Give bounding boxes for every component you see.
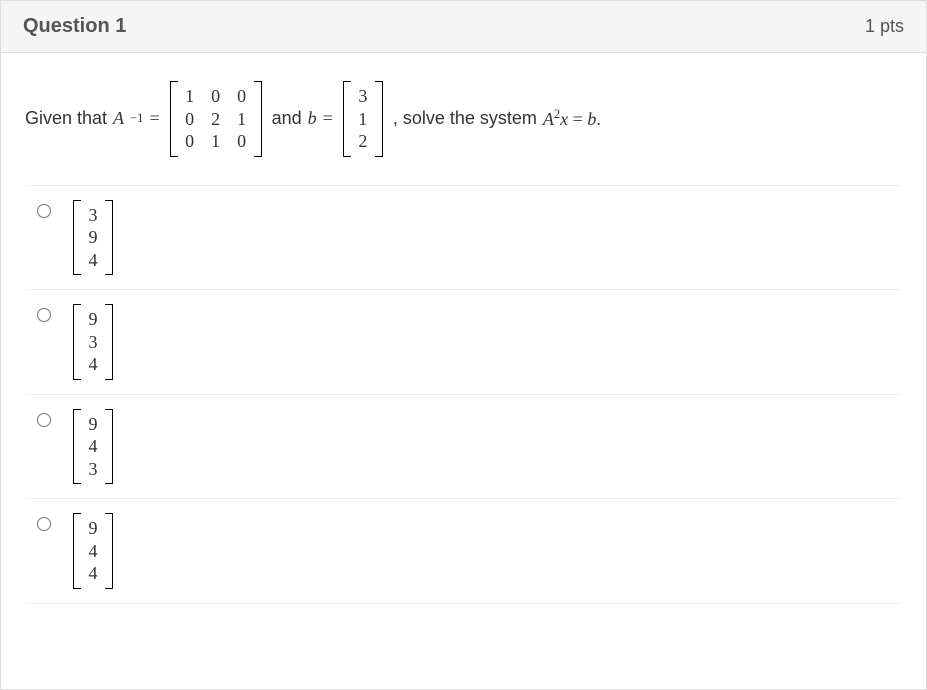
question-prompt: Given that A −1 = 1 0 0 0 2 1 — [25, 81, 902, 186]
vector-cell: 3 — [87, 331, 99, 354]
answer-vector-1: 3 9 4 — [73, 200, 113, 276]
matrix-cell: 2 — [210, 108, 222, 131]
vector-cell: 3 — [87, 204, 99, 227]
matrix-cell: 0 — [184, 130, 196, 153]
matrix-cell: 0 — [210, 85, 222, 108]
matrix-cell: 1 — [184, 85, 196, 108]
vector-cell: 1 — [357, 108, 369, 131]
answer-radio-1[interactable] — [37, 204, 51, 218]
matrix-cell: 0 — [236, 85, 248, 108]
vector-cell: 9 — [87, 413, 99, 436]
equation-equals: = — [568, 109, 587, 129]
equation-period: . — [596, 109, 601, 129]
prompt-solve: , solve the system — [393, 108, 537, 129]
equation-A: A — [543, 109, 554, 129]
equals-sign-1: = — [149, 108, 159, 129]
vector-cell: 2 — [357, 130, 369, 153]
matrix-A-inverse: 1 0 0 0 2 1 0 1 0 — [170, 81, 262, 157]
matrix-cell: 0 — [236, 130, 248, 153]
matrix-cell: 0 — [184, 108, 196, 131]
answer-radio-3[interactable] — [37, 413, 51, 427]
answer-vector-4: 9 4 4 — [73, 513, 113, 589]
variable-b: b — [308, 108, 317, 129]
answer-option-4[interactable]: 9 4 4 — [25, 499, 902, 604]
answer-vector-2: 9 3 4 — [73, 304, 113, 380]
equation-x: x — [560, 109, 568, 129]
prompt-lead: Given that — [25, 108, 107, 129]
answer-vector-3: 9 4 3 — [73, 409, 113, 485]
equals-sign-2: = — [323, 108, 333, 129]
vector-cell: 9 — [87, 517, 99, 540]
vector-cell: 3 — [87, 458, 99, 481]
vector-cell: 4 — [87, 540, 99, 563]
answer-option-1[interactable]: 3 9 4 — [25, 186, 902, 291]
vector-cell: 4 — [87, 562, 99, 585]
question-container: Question 1 1 pts Given that A −1 = 1 0 0 … — [0, 0, 927, 690]
variable-A: A — [113, 108, 124, 129]
question-points: 1 pts — [865, 16, 904, 37]
answer-radio-2[interactable] — [37, 308, 51, 322]
vector-cell: 4 — [87, 353, 99, 376]
answer-radio-4[interactable] — [37, 517, 51, 531]
answer-option-2[interactable]: 9 3 4 — [25, 290, 902, 395]
matrix-cell: 1 — [236, 108, 248, 131]
vector-b: 3 1 2 — [343, 81, 383, 157]
vector-cell: 9 — [87, 308, 99, 331]
vector-cell: 4 — [87, 249, 99, 272]
question-body: Given that A −1 = 1 0 0 0 2 1 — [1, 53, 926, 624]
vector-cell: 9 — [87, 226, 99, 249]
prompt-and: and — [272, 108, 302, 129]
exponent-neg1: −1 — [130, 111, 143, 126]
matrix-cell: 1 — [210, 130, 222, 153]
answer-option-3[interactable]: 9 4 3 — [25, 395, 902, 500]
question-title: Question 1 — [23, 15, 126, 38]
vector-cell: 3 — [357, 85, 369, 108]
question-header: Question 1 1 pts — [1, 0, 926, 53]
vector-cell: 4 — [87, 435, 99, 458]
equation-b: b — [587, 109, 596, 129]
answer-list: 3 9 4 9 3 4 — [25, 186, 902, 604]
